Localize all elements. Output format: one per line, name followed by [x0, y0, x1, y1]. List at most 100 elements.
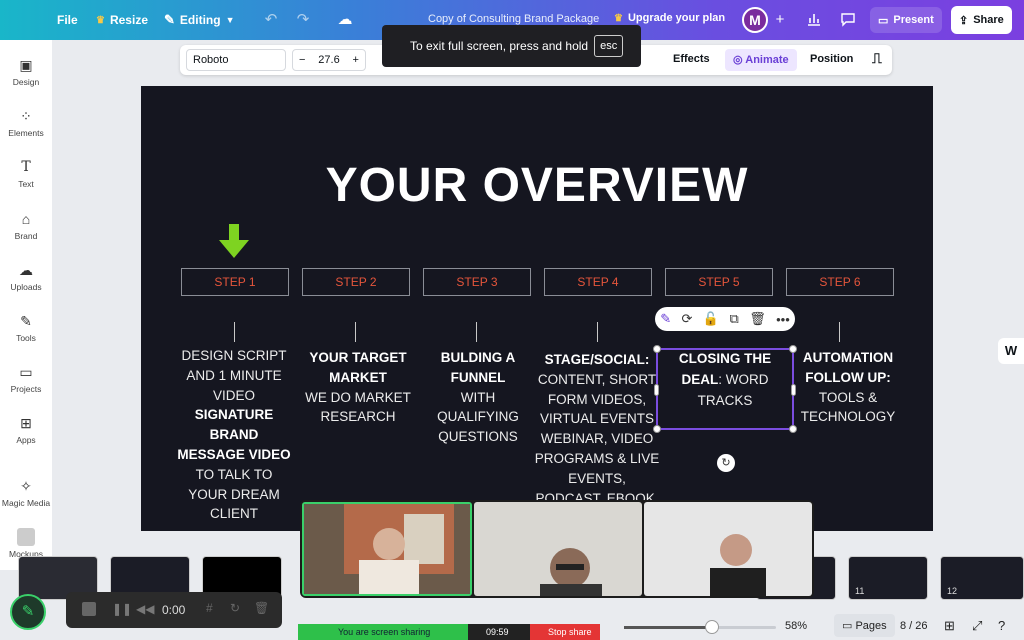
paint-roller-icon[interactable]: ⎍ [872, 50, 882, 67]
present-button[interactable]: ▭ Present [870, 7, 942, 33]
sidebar-item-apps[interactable]: ⊞ Apps [0, 414, 52, 445]
zoom-slider[interactable] [624, 626, 776, 629]
pages-icon: ▭ [842, 620, 853, 632]
sidebar-item-brand[interactable]: ⌂ Brand [0, 210, 52, 241]
step-6-description[interactable]: AUTOMATION FOLLOW UP: TOOLS & TECHNOLOGY [797, 348, 899, 427]
avatar[interactable]: M [742, 7, 768, 33]
sidebar-item-elements[interactable]: ⁘ Elements [0, 107, 52, 138]
cloud-sync-icon[interactable]: ☁ [336, 11, 354, 29]
step-2-description[interactable]: YOUR TARGET MARKET WE DO MARKET RESEARCH [301, 348, 415, 427]
zoom-slider-knob[interactable] [705, 620, 720, 634]
add-collaborator-icon[interactable]: + [771, 11, 789, 29]
increase-size-button[interactable]: + [353, 54, 359, 66]
resize-handle[interactable] [653, 425, 661, 433]
comment-icon[interactable] [839, 11, 857, 29]
stop-record-icon[interactable] [82, 602, 96, 616]
slide-canvas[interactable]: YOUR OVERVIEW STEP 1 STEP 2 STEP 3 STEP … [141, 86, 933, 531]
participant-video-3[interactable] [644, 502, 812, 596]
sidebar-item-projects[interactable]: ▭ Projects [0, 363, 52, 394]
participant-video-2[interactable] [474, 502, 642, 596]
sidebar-item-tools[interactable]: ✎ Tools [0, 312, 52, 343]
element-context-bar: ✎ ⟳ 🔓 ⧉ 🗑 ••• [655, 307, 795, 331]
more-options-icon[interactable]: ••• [776, 312, 790, 327]
font-family-dropdown[interactable]: Roboto [186, 49, 286, 71]
comment-add-icon[interactable]: ⟳ [682, 311, 693, 327]
insights-chart-icon[interactable] [805, 11, 823, 29]
resize-handle[interactable] [789, 345, 797, 353]
restart-icon[interactable]: ↻ [230, 601, 240, 615]
magic-edit-icon[interactable]: ✎ [660, 311, 671, 327]
sidebar-item-label: Uploads [10, 282, 42, 292]
menu-icon[interactable] [16, 12, 32, 26]
slide-title[interactable]: YOUR OVERVIEW [141, 158, 933, 213]
decrease-size-button[interactable]: − [299, 54, 305, 66]
resize-handle[interactable] [653, 345, 661, 353]
sidebar-item-label: Apps [16, 435, 36, 445]
connector-line [839, 322, 840, 342]
rewind-icon[interactable]: ◀◀ [136, 602, 154, 616]
font-size-stepper[interactable]: − 27.6 + [292, 49, 366, 71]
sidebar-item-magic-media[interactable]: ✧ Magic Media [0, 477, 52, 508]
sidebar-item-design[interactable]: ▣ Design [0, 56, 52, 87]
step-3-box[interactable]: STEP 3 [423, 268, 531, 296]
resize-button[interactable]: ♛ Resize [96, 13, 148, 27]
animate-button[interactable]: ◎ Animate [725, 49, 797, 71]
sharing-status: You are screen sharing [298, 624, 468, 640]
duplicate-icon[interactable]: ⧉ [729, 311, 738, 327]
resize-handle[interactable] [789, 425, 797, 433]
annotate-pencil-icon[interactable]: ✎ [10, 594, 46, 630]
uploads-icon: ☁ [19, 262, 33, 278]
share-button[interactable]: ⇪ Share [951, 6, 1012, 34]
step-3-description[interactable]: BULDING A FUNNEL WITH QUALIFYING QUESTION… [425, 348, 531, 447]
lock-icon[interactable]: 🔓 [703, 311, 719, 327]
pencil-icon: ✎ [164, 12, 175, 27]
step-5-box[interactable]: STEP 5 [665, 268, 773, 296]
position-button[interactable]: Position [810, 53, 853, 65]
text-icon: T [21, 159, 31, 175]
arrow-down-icon[interactable] [219, 224, 249, 258]
share-upload-icon: ⇪ [959, 14, 969, 27]
delete-icon[interactable]: 🗑 [749, 311, 766, 327]
video-call-panel [300, 500, 814, 598]
step-6-box[interactable]: STEP 6 [786, 268, 894, 296]
pages-button[interactable]: ▭ Pages [834, 614, 895, 637]
undo-icon[interactable]: ↶ [262, 11, 280, 29]
fullscreen-tooltip: To exit full screen, press and hold esc [382, 25, 641, 67]
redo-icon[interactable]: ↷ [294, 11, 312, 29]
sidebar-item-uploads[interactable]: ☁ Uploads [0, 261, 52, 292]
sidebar-item-mockups[interactable]: Mockups [0, 528, 52, 559]
step-4-box[interactable]: STEP 4 [544, 268, 652, 296]
selection-box[interactable] [653, 345, 797, 433]
brand-icon: ⌂ [21, 211, 31, 227]
grid-view-icon[interactable]: ⊞ [944, 618, 955, 634]
file-menu[interactable]: File [57, 13, 78, 27]
design-icon: ▣ [19, 57, 33, 73]
resize-handle[interactable] [654, 384, 659, 396]
rotate-icon[interactable]: ↻ [717, 454, 735, 472]
upgrade-plan-button[interactable]: ♛ Upgrade your plan [614, 12, 725, 24]
page-thumbnail[interactable]: 11 [848, 556, 928, 600]
page-count[interactable]: 8 / 26 [900, 620, 928, 632]
step-2-box[interactable]: STEP 2 [302, 268, 410, 296]
page-thumbnail[interactable]: 12 [940, 556, 1024, 600]
document-title[interactable]: Copy of Consulting Brand Package [428, 13, 599, 25]
pause-icon[interactable]: ❚❚ [112, 602, 132, 616]
zoom-slider-fill [624, 626, 713, 629]
side-widget-icon[interactable]: W [998, 338, 1024, 364]
participant-video-1[interactable] [302, 502, 472, 596]
pages-label: Pages [855, 620, 887, 632]
trash-icon[interactable]: 🗑 [254, 601, 269, 615]
editing-dropdown[interactable]: ✎ Editing ▼ [164, 12, 235, 28]
sidebar-item-text[interactable]: T Text [0, 158, 52, 189]
effects-button[interactable]: Effects [673, 53, 710, 65]
grid-icon[interactable]: # [206, 601, 213, 615]
editing-label: Editing [179, 13, 221, 27]
help-icon[interactable]: ? [998, 618, 1005, 633]
fullscreen-icon[interactable]: ⤢ [972, 618, 982, 634]
step-1-description[interactable]: DESIGN SCRIPT AND 1 MINUTE VIDEO SIGNATUR… [177, 346, 291, 524]
stop-share-button[interactable]: Stop share [530, 624, 600, 640]
zoom-level[interactable]: 58% [785, 620, 807, 632]
font-size-value[interactable]: 27.6 [318, 54, 339, 66]
resize-handle[interactable] [791, 384, 796, 396]
step-1-box[interactable]: STEP 1 [181, 268, 289, 296]
